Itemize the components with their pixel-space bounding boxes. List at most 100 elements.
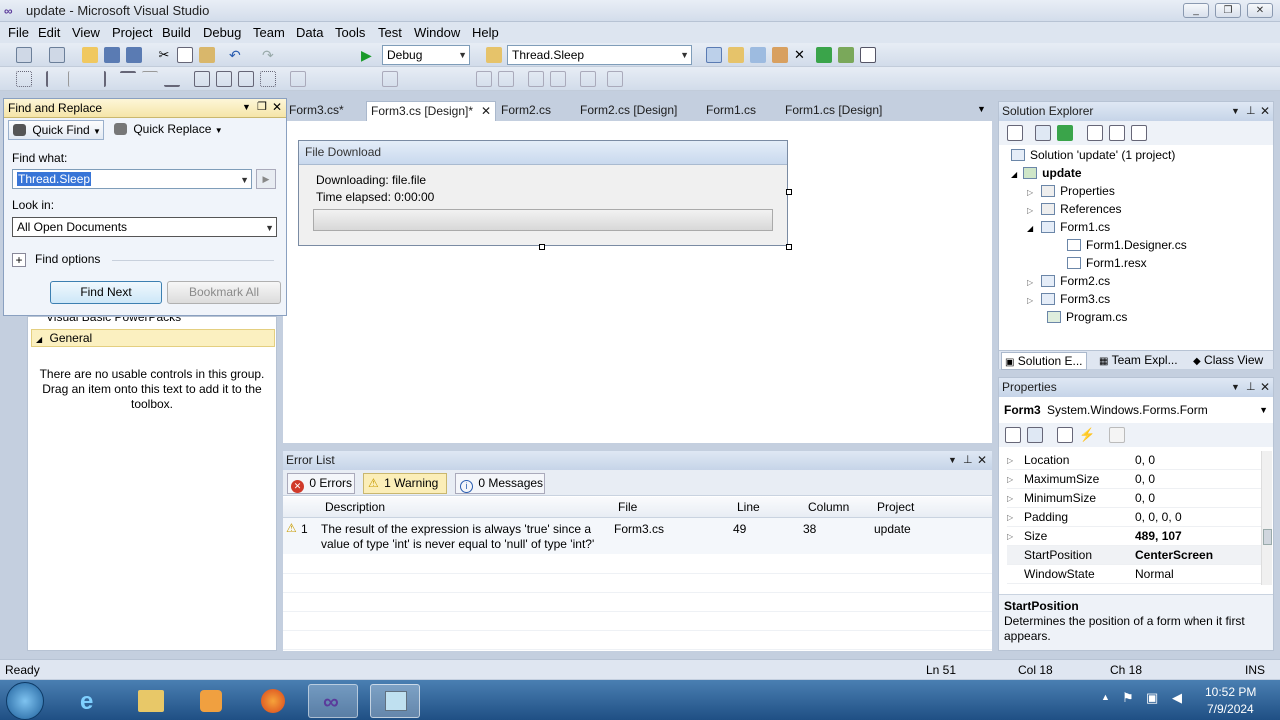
col-project[interactable]: Project bbox=[877, 500, 914, 514]
app-window-taskbar-icon[interactable] bbox=[370, 684, 420, 718]
menu-project[interactable]: Project bbox=[112, 25, 152, 40]
close-tab-icon[interactable]: ✕ bbox=[481, 102, 491, 121]
pin-icon[interactable]: ⊥ bbox=[1246, 378, 1256, 396]
menu-help[interactable]: Help bbox=[472, 25, 499, 40]
panel-menu-icon[interactable]: ▼ bbox=[948, 451, 957, 469]
tab-form3-cs[interactable]: Form3.cs* bbox=[285, 101, 348, 121]
messages-filter-button[interactable]: i 0 Messages bbox=[455, 473, 545, 494]
align-bottoms-icon[interactable] bbox=[164, 71, 180, 87]
properties-scrollbar[interactable] bbox=[1261, 451, 1272, 585]
media-player-icon[interactable] bbox=[186, 684, 236, 718]
show-all-files-icon[interactable] bbox=[1035, 125, 1051, 141]
add-item-icon[interactable] bbox=[49, 47, 65, 63]
start-button[interactable] bbox=[6, 682, 44, 720]
categorized-icon[interactable] bbox=[1005, 427, 1021, 443]
tree-form1-resx[interactable]: Form1.resx bbox=[1067, 256, 1147, 270]
close-icon[interactable]: ✕ bbox=[1260, 378, 1270, 396]
refresh-icon[interactable] bbox=[1057, 125, 1073, 141]
properties-view-icon[interactable] bbox=[1057, 427, 1073, 443]
hspacing-icon[interactable] bbox=[290, 71, 306, 87]
property-row[interactable]: ▷ Padding 0, 0, 0, 0 bbox=[1007, 508, 1263, 527]
find-expression-builder-button[interactable]: ▶ bbox=[256, 169, 276, 189]
firefox-icon[interactable] bbox=[248, 684, 298, 718]
menu-view[interactable]: View bbox=[72, 25, 100, 40]
action-center-icon[interactable]: ⚑ bbox=[1122, 690, 1134, 706]
tab-form1-design[interactable]: Form1.cs [Design] bbox=[781, 101, 886, 121]
start-page-icon[interactable] bbox=[816, 47, 832, 63]
align-tops-icon[interactable] bbox=[120, 71, 136, 87]
property-row[interactable]: ▷ Size 489, 107 bbox=[1007, 527, 1263, 546]
show-hidden-icons[interactable]: ▲ bbox=[1101, 692, 1110, 702]
object-selector[interactable]: Form3 System.Windows.Forms.Form ▼ bbox=[1001, 400, 1271, 420]
warnings-filter-button[interactable]: ⚠ 1 Warning bbox=[363, 473, 447, 494]
look-in-select[interactable]: All Open Documents ▼ bbox=[12, 217, 277, 237]
alphabetical-icon[interactable] bbox=[1027, 427, 1043, 443]
resize-handle-bottom[interactable] bbox=[539, 244, 545, 250]
tab-form3-design[interactable]: Form3.cs [Design]* ✕ bbox=[366, 101, 496, 121]
tree-form1[interactable]: ◢ Form1.cs bbox=[1027, 220, 1110, 234]
solution-config-select[interactable]: Debug ▼ bbox=[382, 45, 470, 65]
panel-menu-icon[interactable]: ▼ bbox=[1231, 102, 1240, 120]
save-all-icon[interactable] bbox=[126, 47, 142, 63]
property-row[interactable]: ▷ Location 0, 0 bbox=[1007, 451, 1263, 470]
vspacing-icon[interactable] bbox=[382, 71, 398, 87]
size-to-grid-icon[interactable] bbox=[260, 71, 276, 87]
same-height-icon[interactable] bbox=[216, 71, 232, 87]
property-pages-icon[interactable] bbox=[1109, 427, 1125, 443]
resize-handle-right[interactable] bbox=[786, 189, 792, 195]
close-icon[interactable]: ✕ bbox=[1260, 102, 1270, 120]
form-preview[interactable]: File Download Downloading: file.file Tim… bbox=[298, 140, 788, 246]
align-grid-icon[interactable] bbox=[16, 71, 32, 87]
property-row-selected[interactable]: StartPosition CenterScreen bbox=[1007, 546, 1263, 565]
tab-form1-cs[interactable]: Form1.cs bbox=[702, 101, 760, 121]
tab-class-view[interactable]: ◆ Class View bbox=[1193, 353, 1263, 367]
align-centers-icon[interactable] bbox=[68, 71, 84, 87]
tab-form2-cs[interactable]: Form2.cs bbox=[497, 101, 555, 121]
start-debug-icon[interactable]: ▶ bbox=[361, 47, 377, 63]
menu-window[interactable]: Window bbox=[414, 25, 460, 40]
pin-icon[interactable]: ⊥ bbox=[1246, 102, 1256, 120]
clock-time[interactable]: 10:52 PM bbox=[1205, 685, 1256, 699]
view-code-icon[interactable] bbox=[1087, 125, 1103, 141]
collapse-triangle-icon[interactable]: ◢ bbox=[1027, 224, 1033, 233]
lock-controls-icon[interactable] bbox=[607, 71, 623, 87]
redo-icon[interactable]: ↷ bbox=[262, 47, 278, 63]
copy-icon[interactable] bbox=[177, 47, 193, 63]
panel-menu-icon[interactable]: ▼ bbox=[242, 102, 251, 112]
view-designer-icon[interactable] bbox=[1109, 125, 1125, 141]
expand-triangle-icon[interactable]: ▷ bbox=[1027, 188, 1033, 197]
find-combo[interactable]: Thread.Sleep ▼ bbox=[507, 45, 692, 65]
tools-icon[interactable]: ✕ bbox=[794, 47, 810, 63]
tab-order-icon[interactable] bbox=[580, 71, 596, 87]
undo-icon[interactable]: ↶ bbox=[229, 47, 245, 63]
time-elapsed-label[interactable]: Time elapsed: 0:00:00 bbox=[316, 190, 434, 204]
menu-file[interactable]: File bbox=[8, 25, 29, 40]
expand-triangle-icon[interactable]: ▷ bbox=[1027, 278, 1033, 287]
paste-icon[interactable] bbox=[199, 47, 215, 63]
tree-solution[interactable]: Solution 'update' (1 project) bbox=[1011, 148, 1175, 162]
menu-tools[interactable]: Tools bbox=[335, 25, 365, 40]
align-middles-icon[interactable] bbox=[142, 71, 158, 87]
align-rights-icon[interactable] bbox=[90, 71, 106, 87]
menu-edit[interactable]: Edit bbox=[38, 25, 60, 40]
table-row[interactable]: ⚠ 1 The result of the expression is alwa… bbox=[283, 518, 992, 554]
downloading-label[interactable]: Downloading: file.file bbox=[316, 173, 426, 187]
volume-icon[interactable]: ◀ bbox=[1172, 690, 1182, 706]
events-icon[interactable]: ⚡ bbox=[1079, 427, 1095, 443]
menu-build[interactable]: Build bbox=[162, 25, 191, 40]
progress-bar[interactable] bbox=[313, 209, 773, 231]
tree-form2[interactable]: ▷ Form2.cs bbox=[1027, 274, 1110, 288]
menu-debug[interactable]: Debug bbox=[203, 25, 241, 40]
class-diagram-icon[interactable] bbox=[1131, 125, 1147, 141]
expand-triangle-icon[interactable]: ▷ bbox=[1027, 296, 1033, 305]
visual-studio-taskbar-icon[interactable]: ∞ bbox=[308, 684, 358, 718]
tree-form3[interactable]: ▷ Form3.cs bbox=[1027, 292, 1110, 306]
toolbox-group-powerpacks[interactable]: Visual Basic PowerPacks bbox=[28, 317, 276, 321]
panel-menu-icon[interactable]: ▼ bbox=[1231, 378, 1240, 396]
find-in-files-icon[interactable] bbox=[486, 47, 502, 63]
find-what-input[interactable]: Thread.Sleep ▼ bbox=[12, 169, 252, 189]
same-width-icon[interactable] bbox=[194, 71, 210, 87]
toolbox-icon[interactable] bbox=[772, 47, 788, 63]
scroll-thumb[interactable] bbox=[1263, 529, 1272, 545]
menu-test[interactable]: Test bbox=[378, 25, 402, 40]
